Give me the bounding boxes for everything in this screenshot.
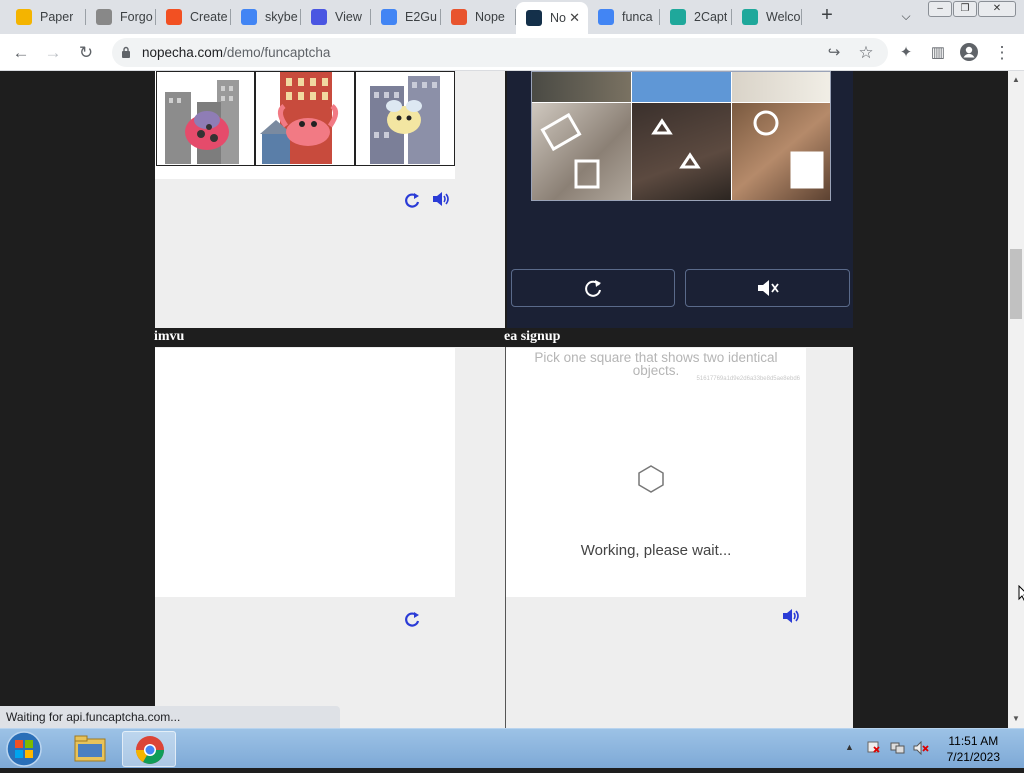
share-icon[interactable]: ↪ — [823, 42, 845, 64]
paper-icon — [16, 9, 32, 25]
forward-arrow-icon[interactable]: → — [42, 42, 64, 64]
scroll-up-arrow-icon[interactable]: ▲ — [1011, 75, 1021, 85]
reload-icon[interactable]: ↻ — [75, 42, 97, 64]
2captcha-icon — [742, 9, 758, 25]
section-label-ea-signup: ea signup — [504, 329, 561, 344]
ea-captcha-frame: Pick one square that shows two identical… — [506, 348, 806, 597]
tab-strip: Paper Forgo Create skybe View E2Gu Nope No ✕ func… — [0, 0, 1024, 34]
google-icon — [381, 9, 397, 25]
dark-refresh-button[interactable] — [511, 269, 675, 307]
profile-avatar-icon[interactable] — [958, 42, 980, 64]
show-hidden-icons-icon[interactable]: ▲ — [845, 742, 854, 752]
imvu-captcha-frame — [155, 348, 455, 597]
nopecha-icon — [451, 9, 467, 25]
tab-9[interactable]: funca — [588, 4, 660, 30]
tab-title: skybe — [265, 10, 298, 24]
tab-title: 2Capt — [694, 10, 728, 24]
ea-audio-icon[interactable] — [781, 607, 801, 625]
tab-title: Nope — [475, 10, 505, 24]
captcha-image-bee[interactable] — [355, 71, 455, 166]
tab-title: No — [550, 11, 566, 25]
tab-10[interactable]: 2Capt — [660, 4, 732, 30]
clock-date: 7/21/2023 — [946, 750, 1000, 764]
tab-title: Paper — [40, 10, 74, 24]
tile-3[interactable] — [732, 72, 830, 102]
lock-icon[interactable] — [121, 46, 131, 58]
tab-1[interactable]: Paper — [6, 4, 86, 30]
chrome-taskbar-icon[interactable] — [122, 731, 176, 767]
clock-time: 11:51 AM — [948, 734, 999, 748]
tab-5[interactable]: View — [301, 4, 371, 30]
captcha-tile-grid — [531, 71, 831, 201]
tab-11[interactable]: Welco — [732, 4, 802, 30]
side-panel-icon[interactable]: ▥ — [927, 42, 949, 64]
section-label-imvu: imvu — [154, 329, 185, 344]
tab-title: Forgo — [120, 10, 153, 24]
microsoft-icon — [166, 9, 182, 25]
captcha-prompt: Pick one square that shows two identical… — [534, 350, 778, 378]
page-viewport: imvu ea signup Pick one square that show… — [0, 71, 1008, 728]
tab-4[interactable]: skybe — [231, 4, 301, 30]
tile-4[interactable] — [532, 103, 631, 200]
tab-3[interactable]: Create — [156, 4, 231, 30]
imvu-refresh-icon[interactable] — [403, 610, 421, 628]
infinity-icon — [96, 9, 112, 25]
loading-hexagon-icon — [638, 465, 664, 493]
tab-8[interactable]: No ✕ — [516, 2, 588, 34]
tab-title: View — [335, 10, 362, 24]
captcha-refresh-icon[interactable] — [403, 191, 421, 209]
scroll-down-arrow-icon[interactable]: ▼ — [1011, 714, 1021, 724]
windows-taskbar: ▲ 11:51 AM 7/21/2023 — [0, 728, 1024, 768]
address-bar[interactable]: nopecha.com/demo/funcaptcha — [112, 38, 888, 67]
close-tab-icon[interactable]: ✕ — [569, 10, 580, 26]
close-window-button[interactable]: ✕ — [978, 1, 1016, 17]
taskbar-clock[interactable]: 11:51 AM 7/21/2023 — [947, 733, 1000, 765]
tile-1[interactable] — [532, 72, 631, 102]
status-bubble: Waiting for api.funcaptcha.com... — [0, 706, 340, 728]
tab-title: Welco — [766, 10, 801, 24]
extensions-puzzle-icon[interactable]: ✦ — [895, 42, 917, 64]
2captcha-icon — [670, 9, 686, 25]
tab-title: Create — [190, 10, 228, 24]
nopecha-robot-icon — [526, 10, 542, 26]
captcha-image-strip — [155, 71, 455, 179]
url-text[interactable]: nopecha.com/demo/funcaptcha — [142, 45, 330, 60]
browser-toolbar: ← → ↻ nopecha.com/demo/funcaptcha ↪ ☆ ✦ … — [0, 34, 1024, 71]
page-scrollbar[interactable]: ▲ ▼ — [1008, 71, 1024, 728]
refresh-icon — [585, 280, 601, 297]
tile-5[interactable] — [632, 103, 731, 200]
captcha-session-id: 51617769a1d9e2d6a33be8d5ae8ebd6 — [696, 376, 800, 382]
tab-title: funca — [622, 10, 653, 24]
tab-title: E2Gu — [405, 10, 437, 24]
loading-text: Working, please wait... — [580, 542, 732, 559]
tab-2[interactable]: Forgo — [86, 4, 156, 30]
at-icon — [311, 9, 327, 25]
network-icon[interactable] — [890, 741, 906, 755]
maximize-button[interactable]: ❐ — [953, 1, 977, 17]
tab-6[interactable]: E2Gu — [371, 4, 441, 30]
action-center-flag-icon[interactable] — [866, 741, 880, 755]
back-arrow-icon[interactable]: ← — [10, 42, 32, 64]
file-explorer-taskbar-icon[interactable] — [62, 731, 116, 767]
menu-kebab-icon[interactable]: ⋮ — [991, 42, 1013, 64]
mouse-cursor-icon — [1018, 585, 1024, 602]
tab-separator — [801, 9, 802, 25]
dark-audio-button[interactable] — [685, 269, 850, 307]
captcha-image-crab[interactable] — [255, 71, 355, 166]
tile-2[interactable] — [632, 72, 731, 102]
scrollbar-thumb[interactable] — [1010, 249, 1022, 319]
speaker-icon — [757, 280, 779, 296]
google-icon — [598, 9, 614, 25]
minimize-button[interactable]: ‒ — [928, 1, 952, 17]
google-icon — [241, 9, 257, 25]
new-tab-button[interactable]: + — [817, 5, 837, 26]
tab-7[interactable]: Nope — [441, 4, 516, 30]
volume-muted-icon[interactable] — [913, 740, 929, 756]
tile-6[interactable] — [732, 103, 830, 200]
bookmark-star-icon[interactable]: ☆ — [855, 42, 877, 64]
captcha-image-ladybug[interactable] — [156, 71, 255, 166]
captcha-audio-icon[interactable] — [431, 190, 451, 208]
start-button[interactable] — [4, 730, 44, 768]
tab-search-icon[interactable]: ⌵ — [896, 6, 916, 26]
